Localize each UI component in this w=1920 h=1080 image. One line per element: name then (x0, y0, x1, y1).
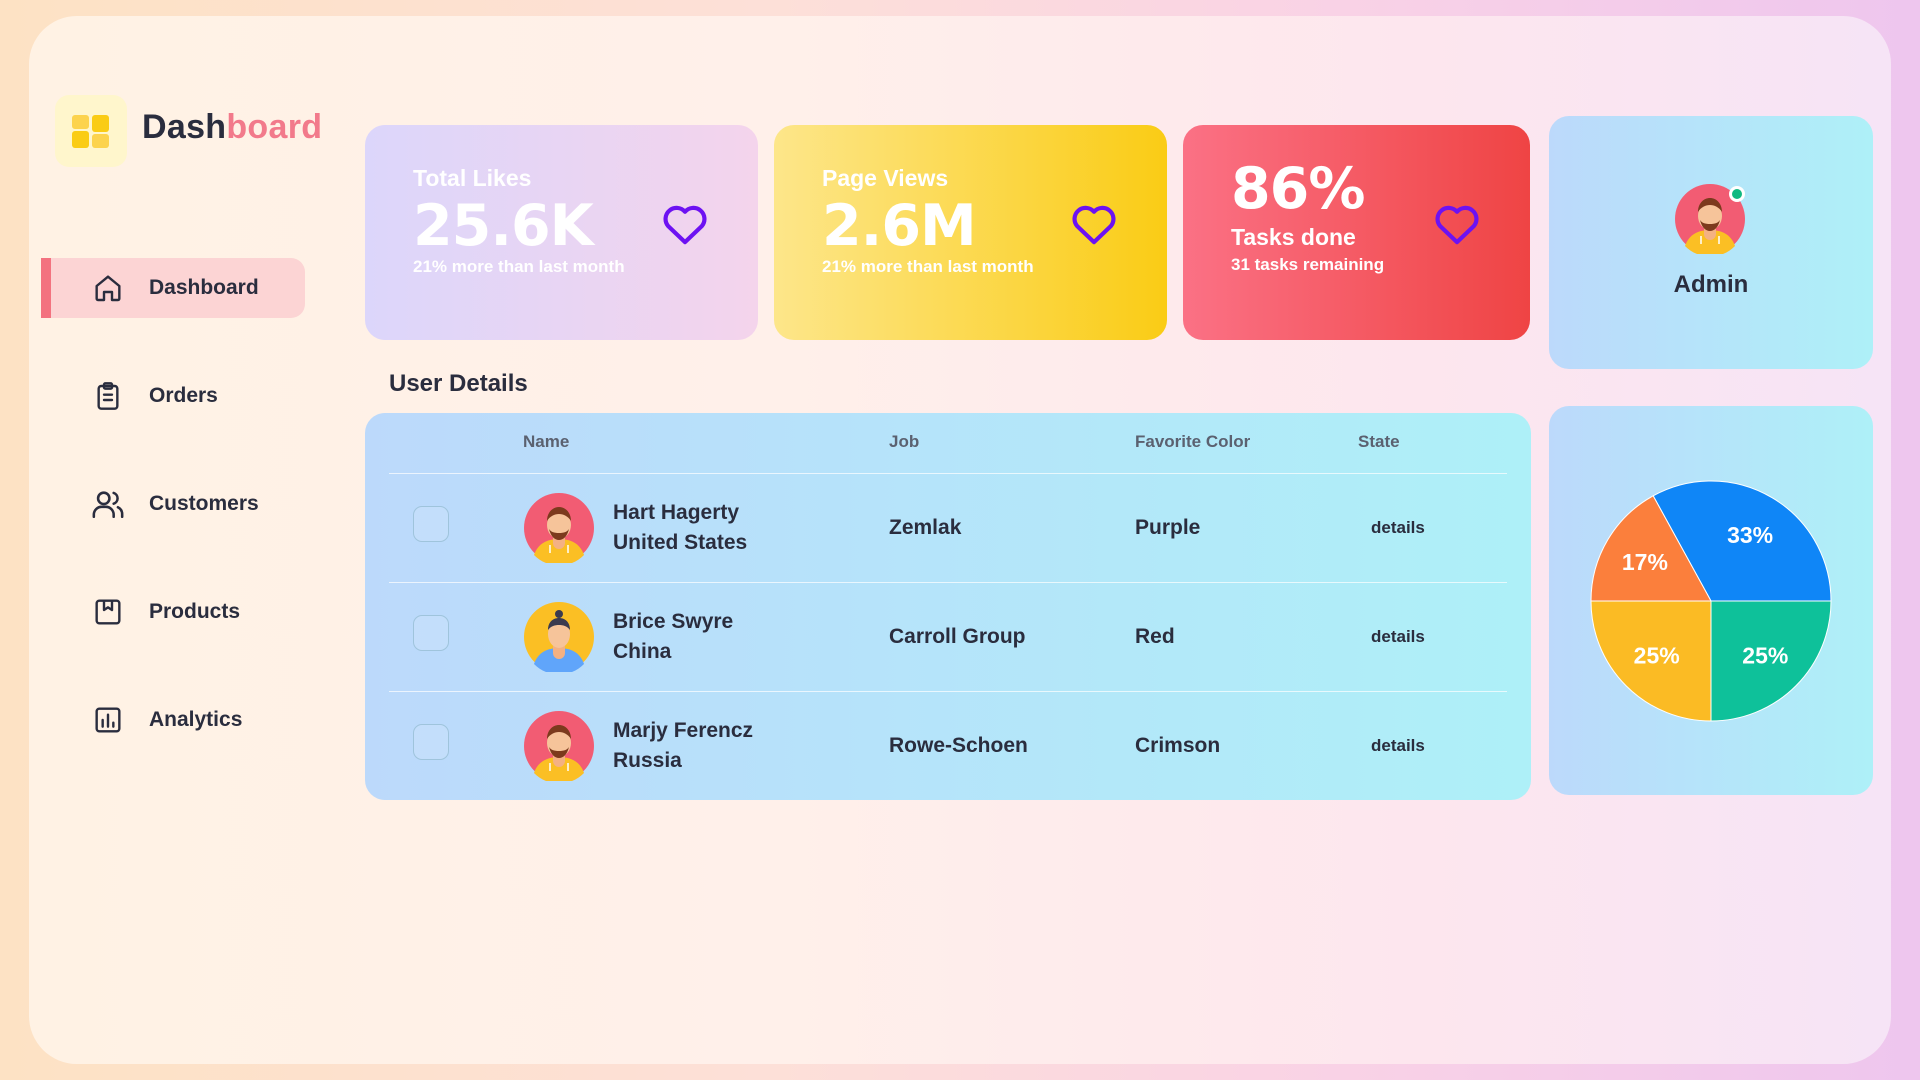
stat-card-subtext: 21% more than last month (413, 257, 625, 276)
sidebar-item-label: Orders (149, 384, 218, 407)
favorite-color-cell: Red (1135, 625, 1175, 648)
divider (389, 582, 1507, 583)
pie-chart: 33% 17% 25% 25% (1590, 480, 1832, 722)
details-button[interactable]: details (1371, 518, 1425, 538)
sidebar-item-analytics[interactable]: Analytics (41, 690, 305, 750)
pie-slice-label: 33% (1727, 522, 1773, 548)
user-name: Marjy Ferencz (613, 719, 754, 742)
details-button[interactable]: details (1371, 627, 1425, 647)
column-header-favorite-color: Favorite Color (1135, 432, 1251, 451)
user-country: China (613, 640, 672, 663)
brand-title: Dashboard (142, 108, 322, 147)
sidebar-item-dashboard[interactable]: Dashboard (41, 258, 305, 318)
job-cell: Carroll Group (889, 625, 1026, 648)
online-status-dot (1729, 186, 1745, 202)
profile-name: Admin (1673, 271, 1749, 298)
details-button[interactable]: details (1371, 736, 1425, 756)
stat-card-subtext: 31 tasks remaining (1231, 255, 1385, 274)
avatar (524, 602, 594, 672)
pie-slice-label: 25% (1742, 642, 1788, 668)
divider (389, 473, 1507, 474)
user-name-cell: Hart Hagerty United States (613, 498, 747, 558)
users-icon (91, 487, 125, 521)
user-country: Russia (613, 749, 682, 772)
row-checkbox[interactable] (413, 615, 449, 651)
column-header-job: Job (889, 432, 920, 451)
brand-title-dark: Dash (142, 108, 227, 146)
user-name: Hart Hagerty (613, 501, 740, 524)
sidebar-item-products[interactable]: Products (41, 582, 305, 642)
sidebar-item-label: Dashboard (149, 276, 259, 299)
divider (389, 691, 1507, 692)
user-name-cell: Brice Swyre China (613, 607, 733, 667)
sidebar-item-orders[interactable]: Orders (41, 366, 305, 426)
stat-card-subtext: 21% more than last month (822, 257, 1034, 276)
bookmark-box-icon (91, 595, 125, 629)
clipboard-icon (91, 379, 125, 413)
row-checkbox[interactable] (413, 724, 449, 760)
sidebar-item-label: Analytics (149, 708, 243, 731)
stat-card-page-views: Page Views 2.6M 21% more than last month (774, 125, 1167, 340)
pie-slice-label: 25% (1634, 642, 1680, 668)
heart-icon[interactable] (1071, 203, 1117, 245)
bar-chart-icon (91, 703, 125, 737)
stat-card-label: Total Likes (413, 165, 532, 191)
heart-icon[interactable] (1434, 203, 1480, 245)
profile-card: Admin (1549, 116, 1873, 369)
home-icon (91, 271, 125, 305)
avatar (524, 493, 594, 563)
user-country: United States (613, 531, 748, 554)
favorite-color-cell: Purple (1135, 516, 1201, 539)
sidebar-item-label: Customers (149, 492, 259, 515)
column-header-name: Name (523, 432, 570, 451)
row-checkbox[interactable] (413, 506, 449, 542)
user-name: Brice Swyre (613, 610, 734, 633)
section-title: User Details (389, 370, 528, 397)
pie-chart-card: 33% 17% 25% 25% (1549, 406, 1873, 795)
avatar (524, 711, 594, 781)
logo-icon (55, 95, 127, 167)
favorite-color-cell: Crimson (1135, 734, 1221, 757)
pie-slice-label: 17% (1622, 549, 1668, 575)
stat-card-likes: Total Likes 25.6K 21% more than last mon… (365, 125, 758, 340)
user-name-cell: Marjy Ferencz Russia (613, 716, 753, 776)
brand-title-accent: board (226, 108, 323, 146)
heart-icon[interactable] (662, 203, 708, 245)
job-cell: Zemlak (889, 516, 962, 539)
stat-card-tasks: 86% Tasks done 31 tasks remaining (1183, 125, 1530, 340)
sidebar-item-customers[interactable]: Customers (41, 474, 305, 534)
sidebar-item-label: Products (149, 600, 241, 623)
stat-card-label: Page Views (822, 165, 949, 191)
column-header-state: State (1358, 432, 1400, 451)
job-cell: Rowe-Schoen (889, 734, 1028, 757)
